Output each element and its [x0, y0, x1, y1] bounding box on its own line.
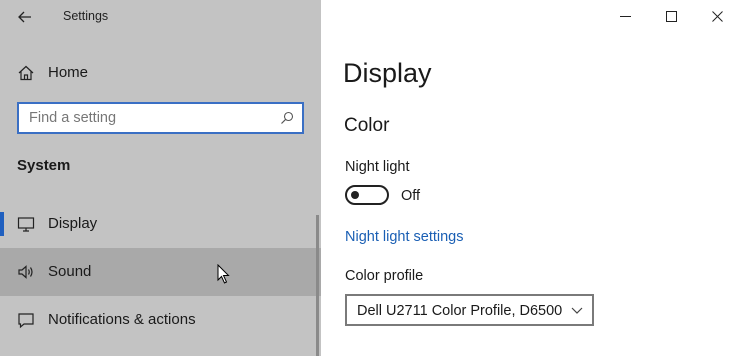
- sidebar-item-label: Notifications & actions: [48, 311, 196, 328]
- minimize-button[interactable]: [602, 0, 648, 32]
- night-light-settings-link[interactable]: Night light settings: [345, 229, 463, 245]
- chevron-down-icon: [571, 307, 583, 314]
- close-button[interactable]: [694, 0, 740, 32]
- color-profile-value: Dell U2711 Color Profile, D6500: [357, 303, 563, 319]
- page-title: Display: [343, 58, 432, 88]
- sidebar-item-home[interactable]: Home: [0, 56, 321, 90]
- app-title: Settings: [63, 9, 109, 23]
- sidebar-section-title: System: [17, 157, 71, 174]
- notification-icon: [18, 313, 34, 329]
- maximize-icon: [665, 10, 677, 22]
- sidebar-scrollbar[interactable]: [316, 215, 319, 356]
- night-light-toggle[interactable]: [345, 185, 389, 205]
- minimize-icon: [619, 15, 631, 17]
- window-controls: [602, 0, 740, 32]
- sidebar-item-sound[interactable]: Sound: [0, 248, 321, 296]
- maximize-button[interactable]: [648, 0, 694, 32]
- mouse-cursor-icon: [217, 264, 230, 284]
- sidebar-item-display[interactable]: Display: [0, 200, 321, 248]
- color-profile-dropdown[interactable]: Dell U2711 Color Profile, D6500: [345, 294, 594, 326]
- search-icon[interactable]: [280, 111, 294, 125]
- search-input[interactable]: [29, 109, 269, 127]
- color-profile-label: Color profile: [345, 268, 424, 284]
- sidebar: Settings Home System Display Sound: [0, 0, 321, 356]
- sidebar-item-label: Display: [48, 215, 98, 232]
- speaker-icon: [18, 265, 33, 279]
- title-bar: Settings: [0, 0, 321, 34]
- night-light-state: Off: [401, 188, 421, 204]
- close-icon: [711, 10, 723, 22]
- home-icon: [18, 65, 34, 81]
- section-title-color: Color: [344, 115, 390, 136]
- monitor-icon: [17, 217, 35, 232]
- back-button[interactable]: [12, 6, 38, 28]
- toggle-knob: [351, 191, 359, 199]
- main-content: Display Color Night light Off Night ligh…: [321, 0, 740, 356]
- back-arrow-icon: [18, 11, 31, 23]
- sidebar-item-label: Sound: [48, 263, 92, 280]
- home-label: Home: [48, 64, 89, 81]
- search-box[interactable]: [17, 102, 304, 134]
- selection-indicator: [0, 212, 4, 236]
- night-light-label: Night light: [345, 159, 410, 175]
- sidebar-item-notifications[interactable]: Notifications & actions: [0, 296, 321, 344]
